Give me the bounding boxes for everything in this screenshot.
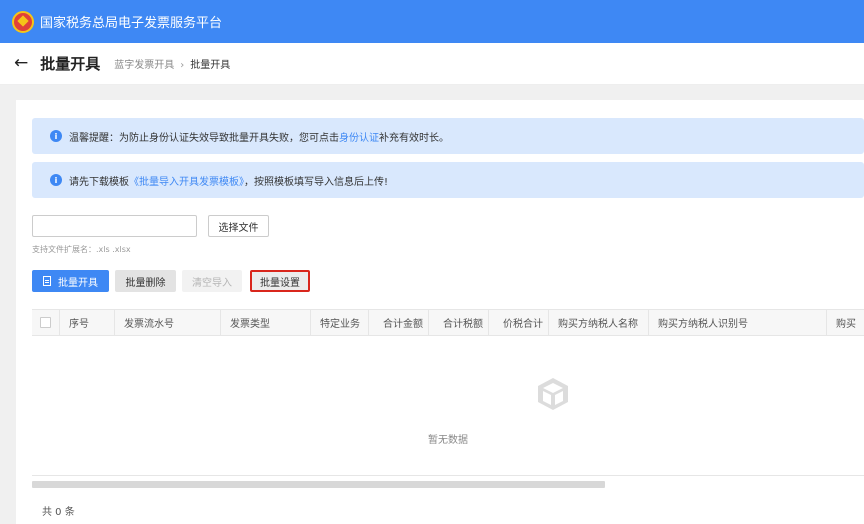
breadcrumb-current: 批量开具 bbox=[190, 60, 231, 71]
empty-text: 暂无数据 bbox=[428, 435, 468, 446]
batch-settings-button[interactable]: 批量设置 bbox=[250, 270, 310, 292]
clear-import-button[interactable]: 清空导入 bbox=[182, 270, 242, 292]
empty-box-icon bbox=[538, 378, 568, 410]
template-text: 请先下载模板《批量导入开具发票模板》，按照模板填写导入信息后上传! bbox=[69, 173, 388, 188]
select-all-checkbox[interactable] bbox=[40, 317, 51, 328]
template-download-link[interactable]: 《批量导入开具发票模板》 bbox=[129, 177, 244, 188]
breadcrumb-link-blue-invoice[interactable]: 蓝字发票开具 bbox=[114, 60, 174, 71]
reminder-suffix: 补充有效时长。 bbox=[379, 132, 449, 144]
top-header-bar: 国家税务总局电子发票服务平台 bbox=[0, 0, 864, 43]
scrollbar-thumb[interactable] bbox=[32, 481, 605, 488]
column-header: 发票流水号 bbox=[115, 310, 221, 335]
template-prefix: 请先下载模板 bbox=[69, 176, 129, 188]
reminder-prefix: 温馨提醒：为防止身份认证失效导致批量开具失败，您可点击 bbox=[69, 132, 339, 144]
breadcrumb: 蓝字发票开具 › 批量开具 bbox=[114, 56, 230, 71]
reminder-text: 温馨提醒：为防止身份认证失效导致批量开具失败，您可点击身份认证补充有效时长。 bbox=[69, 129, 449, 144]
total-count: 共 0 条 bbox=[42, 507, 75, 518]
back-arrow-icon[interactable]: ← bbox=[14, 55, 28, 72]
table-header: 序号 发票流水号 发票类型 特定业务 合计金额 合计税额 价税合计 购买方纳税人… bbox=[32, 309, 864, 336]
identity-auth-link[interactable]: 身份认证 bbox=[339, 133, 379, 144]
info-icon: i bbox=[50, 174, 62, 186]
reminder-alert: i 温馨提醒：为防止身份认证失效导致批量开具失败，您可点击身份认证补充有效时长。 bbox=[32, 118, 864, 154]
column-header: 价税合计 bbox=[489, 310, 549, 335]
column-header: 发票类型 bbox=[221, 310, 311, 335]
breadcrumb-separator-icon: › bbox=[180, 60, 185, 71]
page-title: 批量开具 bbox=[40, 55, 101, 73]
batch-delete-button[interactable]: 批量删除 bbox=[115, 270, 176, 292]
info-icon: i bbox=[50, 130, 62, 142]
file-extension-hint: 支持文件扩展名：.xls .xlsx bbox=[32, 245, 131, 254]
column-header: 购买 bbox=[836, 319, 856, 330]
platform-title: 国家税务总局电子发票服务平台 bbox=[40, 16, 223, 31]
main-card: i 温馨提醒：为防止身份认证失效导致批量开具失败，您可点击身份认证补充有效时长。… bbox=[16, 100, 864, 524]
national-emblem-icon bbox=[12, 10, 34, 33]
empty-state: 暂无数据 bbox=[32, 336, 864, 476]
column-header: 合计金额 bbox=[369, 310, 429, 335]
batch-issue-label: 批量开具 bbox=[58, 277, 98, 289]
file-path-input[interactable] bbox=[32, 215, 197, 237]
page-header: ← 批量开具 蓝字发票开具 › 批量开具 bbox=[0, 43, 864, 85]
column-header: 特定业务 bbox=[311, 310, 369, 335]
template-alert: i 请先下载模板《批量导入开具发票模板》，按照模板填写导入信息后上传! bbox=[32, 162, 864, 198]
template-suffix: ，按照模板填写导入信息后上传! bbox=[244, 176, 389, 188]
column-header: 序号 bbox=[60, 310, 115, 335]
column-header: 购买方纳税人名称 bbox=[549, 310, 649, 335]
choose-file-button[interactable]: 选择文件 bbox=[208, 215, 269, 237]
select-all-cell bbox=[32, 310, 60, 335]
column-header: 购买方纳税人识别号 bbox=[649, 310, 827, 335]
batch-issue-button[interactable]: 批量开具 bbox=[32, 270, 109, 292]
column-header: 合计税额 bbox=[429, 310, 489, 335]
document-icon bbox=[43, 276, 51, 286]
horizontal-scrollbar[interactable] bbox=[32, 481, 864, 489]
